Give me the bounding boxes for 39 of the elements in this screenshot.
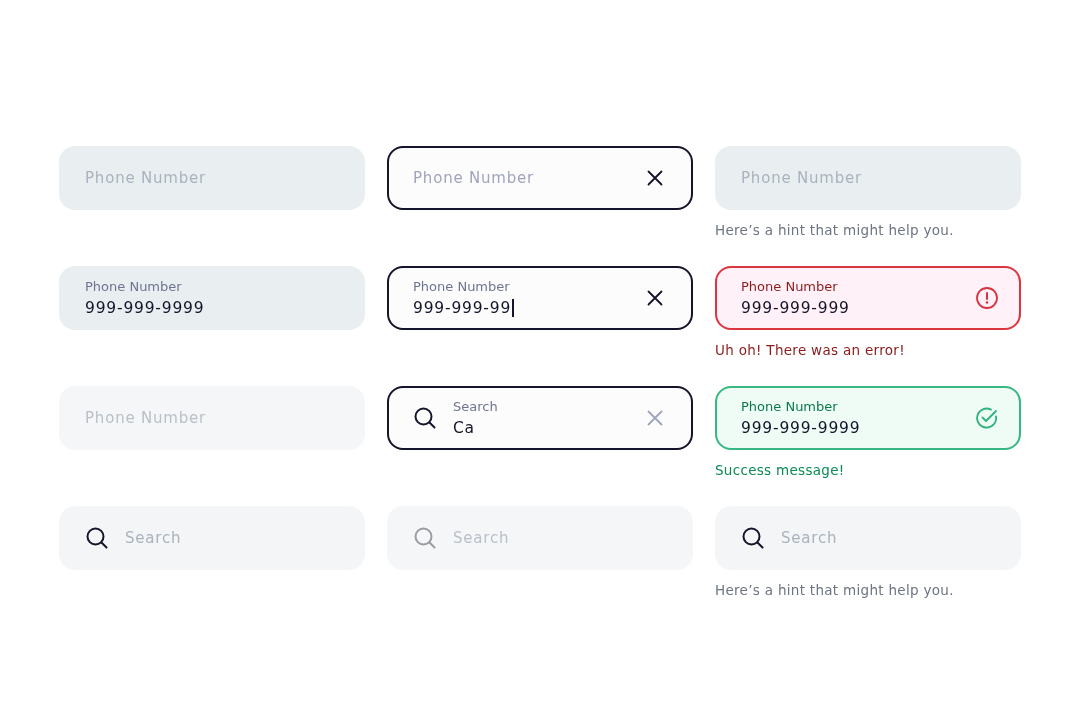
- input-field[interactable]: Phone Number: [59, 146, 365, 210]
- input-field[interactable]: Phone Number 999-999-999: [715, 266, 1021, 330]
- input-field[interactable]: Phone Number: [715, 146, 1021, 210]
- field-value: 999-999-9999: [85, 299, 205, 317]
- search-icon: [413, 406, 437, 430]
- placeholder-text: Search: [453, 529, 510, 547]
- search-icon: [413, 526, 437, 550]
- input-field[interactable]: Phone Number 999-999-99: [387, 266, 693, 330]
- input-field[interactable]: Phone Number 999-999-9999: [59, 266, 365, 330]
- input-field[interactable]: Phone Number 999-999-9999: [715, 386, 1021, 450]
- placeholder-text: Phone Number: [413, 169, 535, 187]
- check-circle-icon: [975, 406, 999, 430]
- field-value: 999-999-9999: [741, 419, 861, 437]
- close-icon[interactable]: [647, 170, 663, 186]
- close-icon[interactable]: [647, 290, 663, 306]
- input-field[interactable]: Search: [59, 506, 365, 570]
- field-label: Phone Number: [85, 279, 182, 294]
- success-message: Success message!: [715, 462, 845, 478]
- field-value: 999-999-999: [741, 299, 850, 317]
- field-label: Phone Number: [413, 279, 510, 294]
- search-icon: [741, 526, 765, 550]
- error-icon: [975, 286, 999, 310]
- error-message: Uh oh! There was an error!: [715, 342, 905, 358]
- input-field[interactable]: Search: [715, 506, 1021, 570]
- field-label: Phone Number: [741, 399, 838, 414]
- placeholder-text: Search: [781, 529, 838, 547]
- placeholder-text: Search: [125, 529, 182, 547]
- hint-text: Here’s a hint that might help you.: [715, 582, 954, 598]
- input-field[interactable]: Phone Number: [387, 146, 693, 210]
- input-field[interactable]: Search Ca: [387, 386, 693, 450]
- field-value: Ca: [453, 419, 475, 437]
- field-label: Phone Number: [741, 279, 838, 294]
- placeholder-text: Phone Number: [85, 409, 207, 427]
- field-value: 999-999-99: [413, 299, 514, 317]
- hint-text: Here’s a hint that might help you.: [715, 222, 954, 238]
- placeholder-text: Phone Number: [85, 169, 207, 187]
- placeholder-text: Phone Number: [741, 169, 863, 187]
- field-label: Search: [453, 399, 498, 414]
- search-icon: [85, 526, 109, 550]
